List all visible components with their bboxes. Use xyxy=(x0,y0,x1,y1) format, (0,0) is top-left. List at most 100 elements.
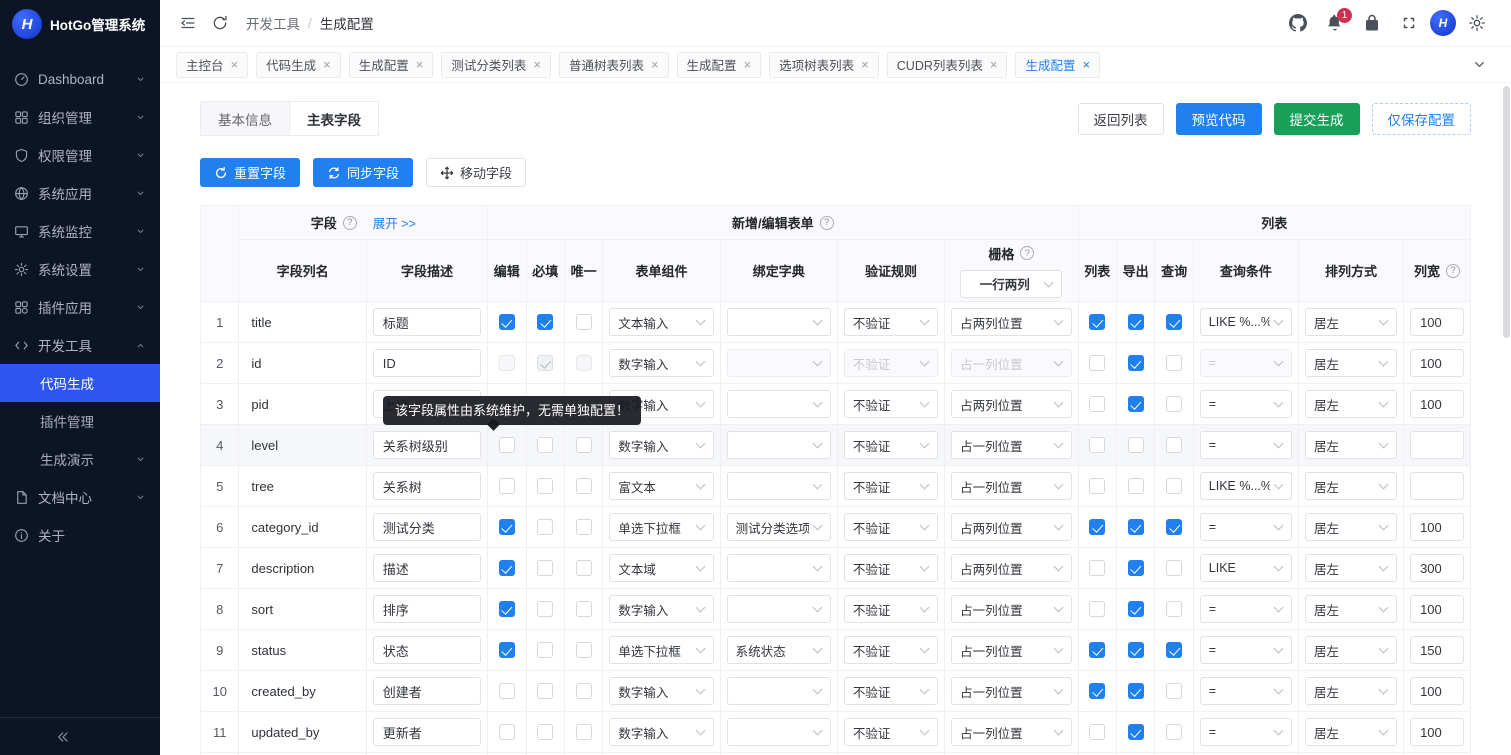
export-checkbox[interactable] xyxy=(1128,642,1144,658)
reset-fields-button[interactable]: 重置字段 xyxy=(200,158,300,187)
sidebar-item-organization[interactable]: 组织管理 xyxy=(0,98,160,136)
align-select[interactable]: 居左 xyxy=(1305,349,1397,377)
dict-select[interactable] xyxy=(727,390,831,418)
component-select[interactable]: 数字输入 xyxy=(609,718,713,746)
required-checkbox[interactable] xyxy=(537,437,553,453)
unique-checkbox[interactable] xyxy=(576,642,592,658)
tab-close-icon[interactable]: × xyxy=(533,58,541,71)
list-checkbox[interactable] xyxy=(1089,519,1105,535)
align-select[interactable]: 居左 xyxy=(1305,472,1397,500)
page-scrollbar-thumb[interactable] xyxy=(1503,86,1510,338)
grid-select[interactable]: 占一列位置 xyxy=(951,718,1072,746)
export-checkbox[interactable] xyxy=(1128,396,1144,412)
width-input[interactable]: 100 xyxy=(1410,677,1464,705)
list-checkbox[interactable] xyxy=(1089,724,1105,740)
align-select[interactable]: 居左 xyxy=(1305,308,1397,336)
tab-close-icon[interactable]: × xyxy=(990,58,998,71)
tabs-dropdown-button[interactable] xyxy=(1463,49,1495,81)
export-checkbox[interactable] xyxy=(1128,437,1144,453)
width-input[interactable]: 100 xyxy=(1410,308,1464,336)
sidebar-item-plugin-app[interactable]: 插件应用 xyxy=(0,288,160,326)
condition-select[interactable]: LIKE xyxy=(1200,554,1292,582)
breadcrumb-parent[interactable]: 开发工具 xyxy=(246,13,300,33)
align-select[interactable]: 居左 xyxy=(1305,554,1397,582)
edit-checkbox[interactable] xyxy=(499,724,515,740)
required-checkbox[interactable] xyxy=(537,396,553,412)
list-checkbox[interactable] xyxy=(1089,314,1105,330)
field-desc-input[interactable]: 标题 xyxy=(373,308,481,336)
edit-checkbox[interactable] xyxy=(499,396,515,412)
align-select[interactable]: 居左 xyxy=(1305,431,1397,459)
query-checkbox[interactable] xyxy=(1166,396,1182,412)
field-desc-input[interactable]: 关系树级别 xyxy=(373,431,481,459)
save-config-only-button[interactable]: 仅保存配置 xyxy=(1372,103,1472,135)
tabbar-tab[interactable]: 选项树表列表× xyxy=(769,52,879,78)
rule-select[interactable]: 不验证 xyxy=(844,636,938,664)
grid-select[interactable]: 占一列位置 xyxy=(951,349,1072,377)
sidebar-item-dashboard[interactable]: Dashboard xyxy=(0,60,160,98)
info-icon[interactable] xyxy=(820,216,834,230)
refresh-icon[interactable] xyxy=(204,7,236,39)
tab-close-icon[interactable]: × xyxy=(744,58,752,71)
width-input[interactable]: 300 xyxy=(1410,554,1464,582)
field-desc-input[interactable]: 关系树 xyxy=(373,472,481,500)
list-checkbox[interactable] xyxy=(1089,437,1105,453)
dict-select[interactable] xyxy=(727,472,831,500)
rule-select[interactable]: 不验证 xyxy=(844,554,938,582)
sidebar-item-doc-center[interactable]: 文档中心 xyxy=(0,478,160,516)
component-select[interactable]: 数字输入 xyxy=(609,390,713,418)
sidebar-item-plugin-manage[interactable]: 插件管理 xyxy=(0,402,160,440)
edit-checkbox[interactable] xyxy=(499,519,515,535)
edit-checkbox[interactable] xyxy=(499,560,515,576)
sync-fields-button[interactable]: 同步字段 xyxy=(313,158,413,187)
export-checkbox[interactable] xyxy=(1128,724,1144,740)
tabbar-tab[interactable]: 生成配置× xyxy=(677,52,762,78)
field-desc-input[interactable]: 上级 xyxy=(373,390,481,418)
width-input[interactable] xyxy=(1410,431,1464,459)
width-input[interactable] xyxy=(1410,472,1464,500)
grid-select[interactable]: 占两列位置 xyxy=(951,390,1072,418)
grid-select[interactable]: 占一列位置 xyxy=(951,677,1072,705)
required-checkbox[interactable] xyxy=(537,478,553,494)
component-select[interactable]: 数字输入 xyxy=(609,677,713,705)
edit-checkbox[interactable] xyxy=(499,478,515,494)
sidebar-item-generation-demo[interactable]: 生成演示 xyxy=(0,440,160,478)
condition-select[interactable]: = xyxy=(1200,513,1292,541)
query-checkbox[interactable] xyxy=(1166,601,1182,617)
field-desc-input[interactable]: 测试分类 xyxy=(373,513,481,541)
grid-layout-select[interactable]: 一行两列 xyxy=(960,270,1062,298)
unique-checkbox[interactable] xyxy=(576,314,592,330)
dict-select[interactable] xyxy=(727,349,831,377)
rule-select[interactable]: 不验证 xyxy=(844,349,938,377)
tabbar-tab[interactable]: 生成配置× xyxy=(1015,52,1100,78)
export-checkbox[interactable] xyxy=(1128,601,1144,617)
rule-select[interactable]: 不验证 xyxy=(844,595,938,623)
dict-select[interactable] xyxy=(727,677,831,705)
edit-checkbox[interactable] xyxy=(499,314,515,330)
preview-code-button[interactable]: 预览代码 xyxy=(1176,103,1262,135)
required-checkbox[interactable] xyxy=(537,314,553,330)
field-desc-input[interactable]: 排序 xyxy=(373,595,481,623)
info-icon[interactable] xyxy=(1446,264,1460,278)
submit-generate-button[interactable]: 提交生成 xyxy=(1274,103,1360,135)
component-select[interactable]: 文本输入 xyxy=(609,308,713,336)
unique-checkbox[interactable] xyxy=(576,519,592,535)
grid-select[interactable]: 占两列位置 xyxy=(951,554,1072,582)
list-checkbox[interactable] xyxy=(1089,601,1105,617)
expand-fields-link[interactable]: 展开 >> xyxy=(373,213,416,232)
notification-bell-icon[interactable]: 1 xyxy=(1319,7,1351,39)
export-checkbox[interactable] xyxy=(1128,478,1144,494)
condition-select[interactable]: = xyxy=(1200,390,1292,418)
edit-checkbox[interactable] xyxy=(499,642,515,658)
unique-checkbox[interactable] xyxy=(576,601,592,617)
rule-select[interactable]: 不验证 xyxy=(844,472,938,500)
move-fields-button[interactable]: 移动字段 xyxy=(426,158,526,187)
card-tab-main-table-fields[interactable]: 主表字段 xyxy=(289,101,379,136)
unique-checkbox[interactable] xyxy=(576,355,592,371)
grid-select[interactable]: 占一列位置 xyxy=(951,431,1072,459)
condition-select[interactable]: LIKE %...% xyxy=(1200,472,1292,500)
tab-close-icon[interactable]: × xyxy=(651,58,659,71)
tab-close-icon[interactable]: × xyxy=(231,58,239,71)
edit-checkbox[interactable] xyxy=(499,683,515,699)
tabbar-tab[interactable]: CUDR列表列表× xyxy=(887,52,1008,78)
